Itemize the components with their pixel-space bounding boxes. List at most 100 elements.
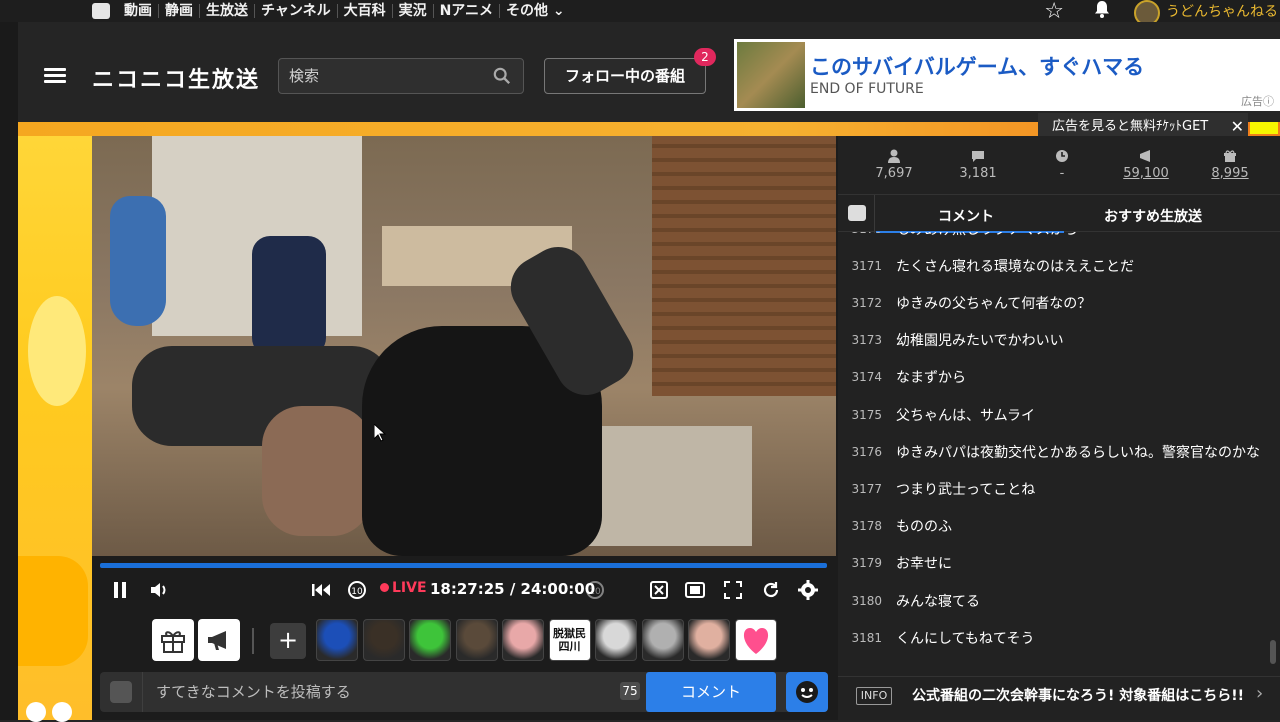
comment-row[interactable]: 3170もみあげ無しウクアマスから (838, 232, 1268, 247)
nav-dictionary[interactable]: 大百科 (336, 4, 392, 18)
comment-row[interactable]: 3172 ゆきみの父ちゃんて何者なの？ (838, 284, 1268, 321)
stamp-label: 脱獄民 四川 (553, 627, 586, 653)
gift-points[interactable]: 8,995 (1211, 166, 1248, 181)
video-floor-items (582, 426, 752, 546)
gift-button[interactable] (152, 619, 194, 661)
stat-time: - (1020, 136, 1104, 194)
following-programs-button[interactable]: フォロー中の番組 (544, 58, 706, 94)
comment-scrollbar[interactable] (1270, 640, 1276, 664)
ad-points[interactable]: 59,100 (1123, 166, 1169, 181)
live-dot (380, 583, 389, 592)
comment-row[interactable]: 3174 なまずから (838, 359, 1268, 396)
stamp-green-face[interactable] (409, 619, 451, 661)
nav-more[interactable]: その他 ⌄ (499, 4, 571, 18)
nav-n-anime[interactable]: Nアニメ (432, 4, 499, 18)
stamp-blue-hair[interactable] (316, 619, 358, 661)
comment-text: みんな寝てる (896, 593, 980, 610)
search-icon[interactable] (493, 67, 511, 85)
search-input[interactable] (279, 59, 479, 93)
comment-row[interactable]: 3171 たくさん寝れる環境なのはええことだ (838, 247, 1268, 284)
comment-text: 父ちゃんは、サムライ (896, 407, 1036, 424)
star-icon[interactable]: ☆ (1044, 0, 1064, 24)
hamburger-menu-icon[interactable] (44, 68, 66, 84)
tab-separator (874, 195, 875, 233)
comment-number: 3170 (838, 232, 896, 236)
comment-row[interactable]: 3178 もののふ (838, 508, 1268, 545)
rewind-start-icon[interactable] (310, 574, 332, 606)
video-frame[interactable] (92, 136, 836, 556)
forward-10-icon[interactable]: 10 (584, 574, 606, 606)
info-bar[interactable]: INFO 公式番組の二次会幹事になろう! 対象番組はこちら!! › (838, 676, 1280, 720)
chevron-right-icon[interactable]: › (1256, 683, 1263, 704)
ad-banner[interactable]: このサバイバルゲーム、すぐハマる END OF FUTURE 広告ⓘ (734, 39, 1280, 111)
nav-seiga[interactable]: 静画 (158, 4, 199, 18)
comment-row[interactable]: 3180 みんな寝てる (838, 582, 1268, 619)
emotion-button[interactable] (198, 619, 240, 661)
stamp-mask[interactable] (641, 619, 684, 661)
ad-subtitle: END OF FUTURE (810, 81, 924, 97)
nav-live[interactable]: 生放送 (199, 4, 254, 18)
ad-headline: このサバイバルゲーム、すぐハマる (810, 55, 1145, 79)
comment-input[interactable] (156, 678, 616, 706)
theater-mode-icon[interactable] (684, 574, 706, 606)
comment-row[interactable]: 3181 くんにしてもねてそう (838, 619, 1268, 656)
settings-gear-icon[interactable] (796, 574, 820, 606)
rewind-10-icon[interactable]: 10 (346, 574, 368, 606)
site-title[interactable]: ニコニコ生放送 (92, 62, 260, 94)
search-box (278, 58, 524, 94)
panel-tabs: コメント おすすめ生放送 (838, 194, 1280, 233)
comment-number: 3179 (851, 556, 882, 571)
comment-settings-icon[interactable] (848, 205, 866, 221)
ad-label[interactable]: 広告ⓘ (1241, 93, 1274, 109)
stamp-room-photo[interactable] (455, 619, 498, 661)
stamp-dark-photo[interactable] (362, 619, 405, 661)
ad-megaphone-icon (1140, 150, 1150, 162)
tab-comments[interactable]: コメント (938, 206, 994, 226)
live-label: LIVE (392, 580, 427, 596)
niconico-logo-icon[interactable] (92, 3, 110, 19)
comment-number: 3175 (851, 407, 882, 422)
stat-ads[interactable]: 59,100 (1104, 136, 1188, 194)
comment-row[interactable]: 3177 つまり武士ってことね (838, 470, 1268, 507)
reload-icon[interactable] (760, 574, 782, 606)
nav-douga[interactable]: 動画 (118, 4, 158, 18)
comment-number: 3181 (851, 630, 882, 645)
comment-number: 3173 (851, 333, 882, 348)
video-backpack (252, 236, 326, 356)
bell-icon[interactable] (1092, 0, 1112, 24)
comment-form-separator (142, 672, 143, 712)
seek-bar[interactable] (100, 563, 827, 568)
comment-row[interactable]: 3175 父ちゃんは、サムライ (838, 396, 1268, 433)
comment-text: ゆきみの父ちゃんて何者なの？ (896, 295, 1092, 312)
stat-gifts[interactable]: 8,995 (1188, 136, 1272, 194)
comment-submit-button[interactable]: コメント (646, 672, 776, 712)
stamp-face-pink[interactable] (502, 619, 544, 661)
comment-text: ゆきみパパは夜勤交代とかあるらしいね。警察官なのかな (896, 444, 1260, 461)
add-stamp-button[interactable]: + (270, 623, 306, 659)
stamp-face-2[interactable] (688, 619, 730, 661)
stamp-heart[interactable] (734, 619, 777, 661)
comment-toggle-icon[interactable] (648, 574, 670, 606)
comment-row[interactable]: 3179 お幸せに (838, 545, 1268, 582)
comment-text: くんにしてもねてそう (896, 630, 1035, 647)
svg-text:10: 10 (589, 587, 601, 597)
emoji-face-icon[interactable] (786, 672, 828, 712)
comment-row[interactable]: 3173 幼稚園児みたいでかわいい (838, 322, 1268, 359)
comment-icon (972, 151, 984, 162)
volume-icon[interactable] (148, 574, 170, 606)
stamp-sunglasses[interactable] (595, 619, 637, 661)
info-message[interactable]: 公式番組の二次会幹事になろう! 対象番組はこちら!! (912, 685, 1244, 705)
nav-jikkyo[interactable]: 実況 (391, 4, 433, 18)
command-palette-icon[interactable] (110, 681, 132, 703)
nav-channel[interactable]: チャンネル (254, 4, 337, 18)
comment-form: 75 コメント (100, 672, 828, 712)
tab-recommended[interactable]: おすすめ生放送 (1104, 206, 1202, 226)
stat-comments: 3,181 (936, 136, 1020, 194)
username-link[interactable]: うどんちゃんねる (1166, 1, 1278, 21)
live-indicator: LIVE (380, 580, 427, 596)
comment-list[interactable]: 3170もみあげ無しウクアマスから3171たくさん寝れる環境なのはええことだ31… (838, 232, 1280, 664)
fullscreen-icon[interactable] (722, 574, 744, 606)
stamp-text[interactable]: 脱獄民 四川 (548, 619, 591, 661)
pause-button[interactable] (110, 574, 130, 606)
comment-row[interactable]: 3176 ゆきみパパは夜勤交代とかあるらしいね。警察官なのかな (838, 433, 1268, 470)
